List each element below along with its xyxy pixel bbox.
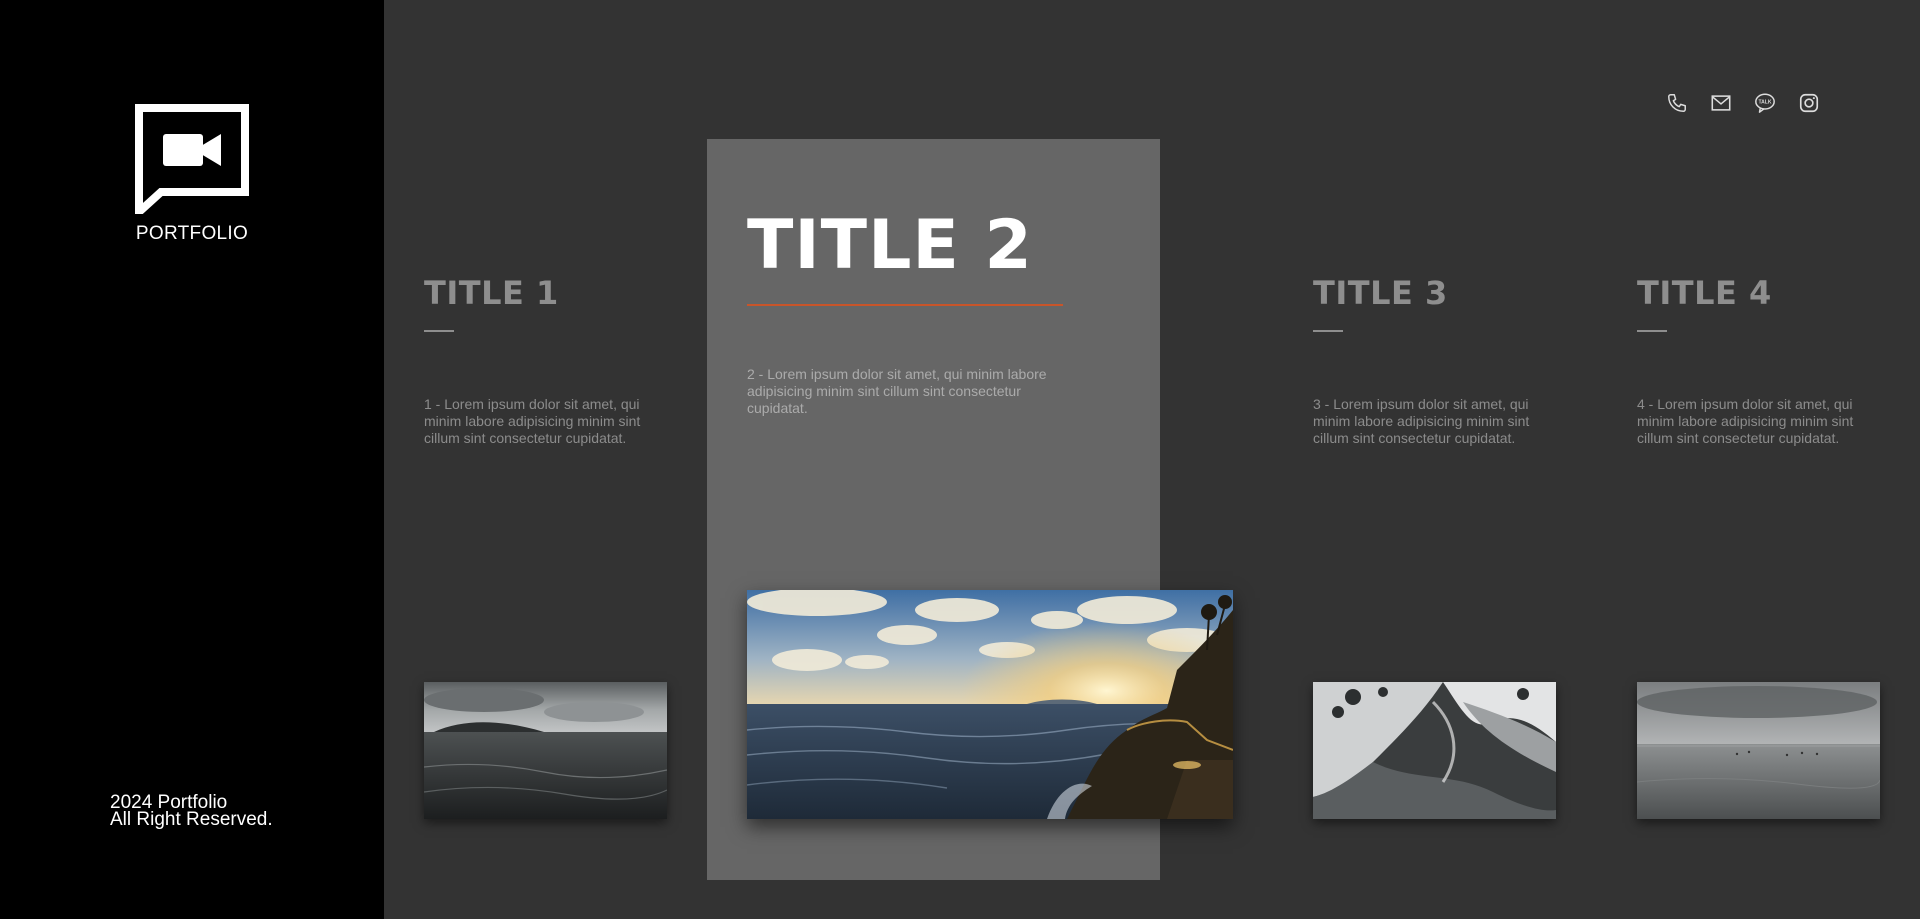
item-title: TITLE 3 (1313, 274, 1448, 312)
mail-icon[interactable] (1710, 92, 1732, 114)
video-chat-icon[interactable] (135, 104, 249, 222)
footer: 2024 Portfolio All Right Reserved. (110, 793, 273, 830)
instagram-icon[interactable] (1798, 92, 1820, 114)
item-1-image[interactable] (424, 682, 667, 819)
phone-icon[interactable] (1666, 92, 1688, 114)
sidebar: PORTFOLIO 2024 Portfolio All Right Reser… (0, 0, 384, 919)
footer-rights: All Right Reserved. (110, 809, 273, 830)
item-description: 1 - Lorem ipsum dolor sit amet, qui mini… (424, 396, 641, 446)
item-3-image[interactable] (1313, 682, 1556, 819)
item-4-image[interactable] (1637, 682, 1880, 819)
portfolio-item-1[interactable]: TITLE 1 1 - Lorem ipsum dolor sit amet, … (424, 274, 654, 447)
portfolio-item-4[interactable]: TITLE 4 4 - Lorem ipsum dolor sit amet, … (1637, 274, 1867, 447)
title-underline-accent (747, 304, 1063, 306)
item-description-active: 2 - Lorem ipsum dolor sit amet, qui mini… (747, 366, 1047, 416)
item-description: 3 - Lorem ipsum dolor sit amet, qui mini… (1313, 396, 1530, 446)
portfolio-item-3[interactable]: TITLE 3 3 - Lorem ipsum dolor sit amet, … (1313, 274, 1543, 447)
social-links: TALK (1666, 92, 1820, 114)
title-underline (1313, 330, 1343, 332)
item-title: TITLE 4 (1637, 274, 1772, 312)
talk-icon[interactable]: TALK (1754, 92, 1776, 114)
title-underline (424, 330, 454, 332)
item-title: TITLE 1 (424, 274, 559, 312)
item-title-active: TITLE 2 (747, 206, 1033, 285)
logo-text: PORTFOLIO (135, 223, 249, 244)
title-underline (1637, 330, 1667, 332)
item-2-image[interactable] (747, 590, 1233, 819)
talk-icon-label: TALK (1758, 99, 1771, 105)
item-description: 4 - Lorem ipsum dolor sit amet, qui mini… (1637, 396, 1854, 446)
